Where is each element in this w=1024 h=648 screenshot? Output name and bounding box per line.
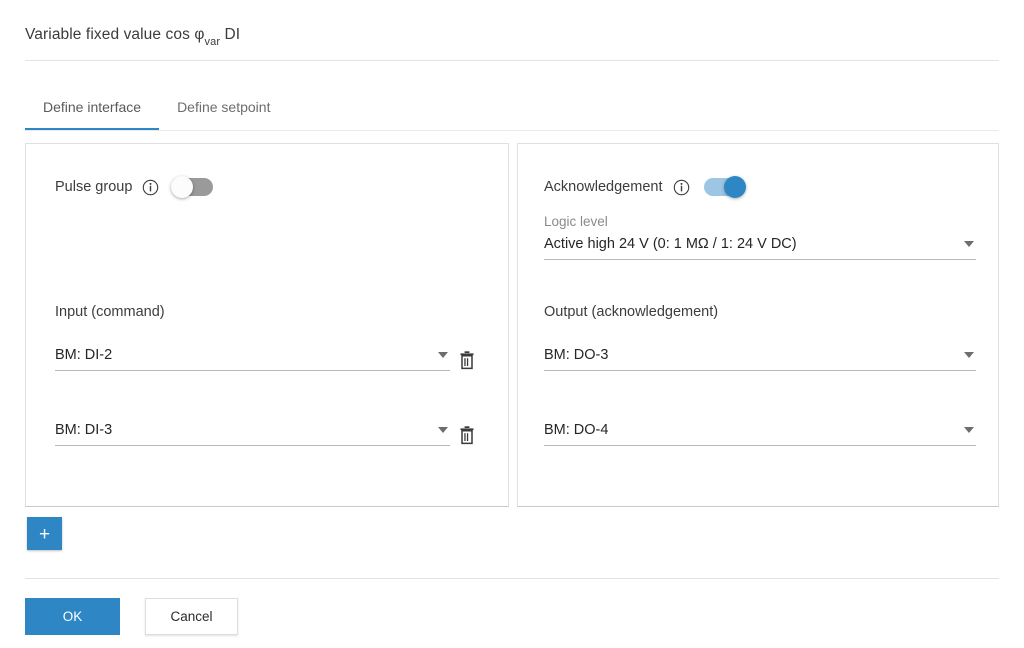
chevron-down-icon [438, 427, 448, 433]
input-select-2[interactable]: BM: DI-3 [55, 419, 450, 446]
output-select-2[interactable]: BM: DO-4 [544, 419, 976, 446]
pulse-group-label: Pulse group [55, 179, 132, 195]
input-row-2: BM: DI-3 [55, 419, 450, 446]
logic-level-select[interactable]: Active high 24 V (0: 1 MΩ / 1: 24 V DC) [544, 233, 976, 260]
page-title-prefix: Variable fixed value cos φ [25, 26, 205, 43]
input-select-1[interactable]: BM: DI-2 [55, 344, 450, 371]
acknowledgement-row: Acknowledgement [544, 174, 746, 200]
trash-icon[interactable] [458, 350, 476, 370]
dialog-window: Variable fixed value cos φvar DI Define … [0, 0, 1024, 648]
tab-define-setpoint-label: Define setpoint [177, 99, 270, 115]
ok-button[interactable]: OK [25, 598, 120, 635]
chevron-down-icon [438, 352, 448, 358]
logic-level-field: Logic level Active high 24 V (0: 1 MΩ / … [544, 214, 976, 260]
page-title-subscript: var [205, 36, 221, 48]
acknowledgement-toggle[interactable] [702, 176, 746, 198]
cancel-button[interactable]: Cancel [145, 598, 238, 635]
tab-define-setpoint[interactable]: Define setpoint [159, 88, 288, 130]
output-select-1-value: BM: DO-3 [544, 344, 976, 366]
input-card: Pulse group Input (command) BM: DI-2 [25, 143, 509, 507]
chevron-down-icon [964, 241, 974, 247]
logic-level-value: Active high 24 V (0: 1 MΩ / 1: 24 V DC) [544, 233, 976, 255]
title-divider [25, 60, 999, 61]
page-title: Variable fixed value cos φvar DI [25, 26, 999, 60]
tab-bar: Define interface Define setpoint [25, 88, 999, 131]
output-card: Acknowledgement Logic level Active high … [517, 143, 999, 507]
tab-define-interface[interactable]: Define interface [25, 88, 159, 130]
output-row-2: BM: DO-4 [544, 419, 976, 446]
footer-divider [25, 578, 999, 579]
tab-define-interface-label: Define interface [43, 99, 141, 115]
output-select-2-value: BM: DO-4 [544, 419, 976, 441]
tab-bar-divider [25, 130, 999, 131]
pulse-group-toggle[interactable] [171, 176, 215, 198]
pulse-group-row: Pulse group [55, 174, 215, 200]
page-title-suffix: DI [220, 26, 240, 43]
info-icon[interactable] [673, 179, 690, 196]
logic-level-label: Logic level [544, 214, 976, 229]
trash-icon[interactable] [458, 425, 476, 445]
info-icon[interactable] [142, 179, 159, 196]
output-select-1[interactable]: BM: DO-3 [544, 344, 976, 371]
output-section-label: Output (acknowledgement) [544, 304, 718, 320]
add-row-button[interactable]: + [27, 517, 62, 550]
output-row-1: BM: DO-3 [544, 344, 976, 371]
chevron-down-icon [964, 352, 974, 358]
input-section-label: Input (command) [55, 304, 165, 320]
chevron-down-icon [964, 427, 974, 433]
input-select-2-value: BM: DI-3 [55, 419, 450, 441]
input-select-1-value: BM: DI-2 [55, 344, 450, 366]
toggle-knob [724, 176, 746, 198]
input-row-1: BM: DI-2 [55, 344, 450, 371]
acknowledgement-label: Acknowledgement [544, 179, 663, 195]
